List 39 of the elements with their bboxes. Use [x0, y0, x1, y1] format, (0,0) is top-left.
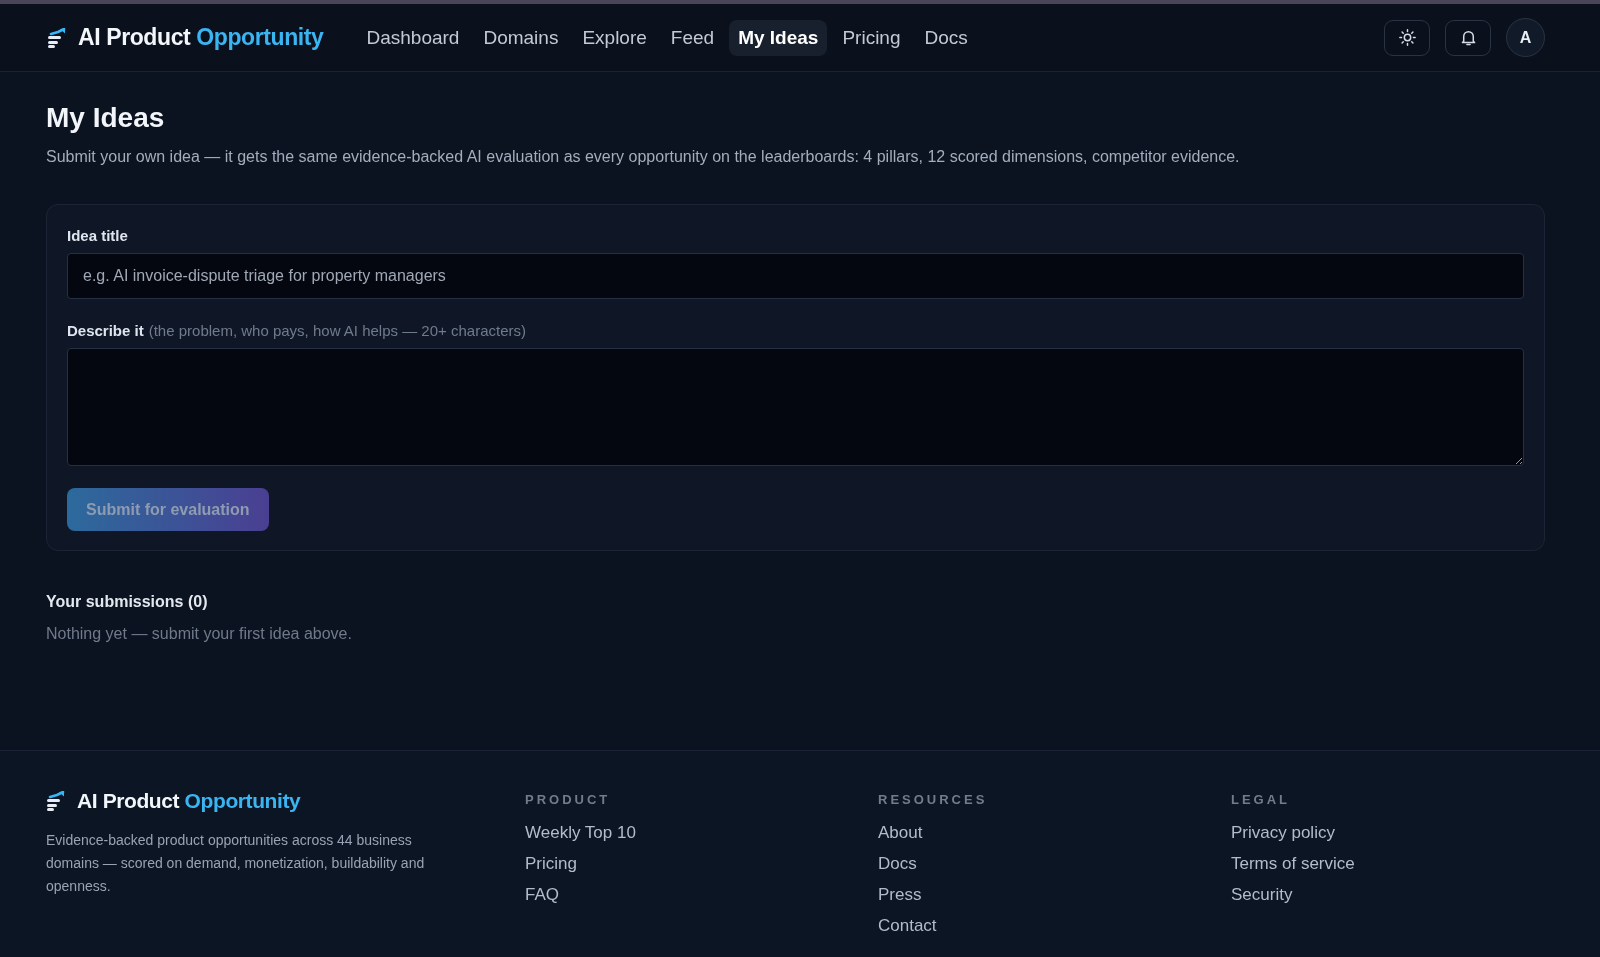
nav-tab[interactable]: Pricing [833, 19, 910, 56]
nav-tab[interactable]: My Ideas [729, 19, 828, 56]
footer-link[interactable]: Privacy policy [1231, 817, 1335, 848]
page-description: Submit your own idea — it gets the same evidence-backed AI evaluation as every opportunity on the leaderboards: 4 pillars, 12 scored dimensions, competitor evidence. [46, 148, 1241, 166]
field-hint: (the problem, who pays, how AI helps — 20+ characters) [148, 322, 526, 339]
footer-link[interactable]: FAQ [525, 879, 559, 910]
theme-toggle-button[interactable] [1384, 19, 1430, 56]
footer-link[interactable]: Docs [878, 848, 917, 879]
avatar-button[interactable]: A [1506, 18, 1545, 57]
bell-icon [1459, 29, 1477, 46]
field-label: Describe it [67, 322, 144, 339]
footer-link[interactable]: Press [878, 879, 922, 910]
sun-icon [1398, 29, 1416, 46]
empty-state-text: Nothing yet — submit your first idea above. [46, 625, 353, 643]
nav-tab[interactable]: Explore [573, 19, 656, 56]
footer-column-heading: PRODUCT [525, 792, 611, 807]
footer-column-heading: RESOURCES [878, 792, 988, 807]
brand-link[interactable]: AI Product Opportunity [47, 24, 324, 51]
footer-brand-link[interactable]: AI Product Opportunity [46, 789, 301, 813]
footer-column-heading: LEGAL [1231, 792, 1291, 807]
footer-link[interactable]: Pricing [525, 848, 577, 879]
notifications-button[interactable] [1445, 19, 1491, 56]
logo-icon [46, 791, 66, 811]
footer-link[interactable]: Contact [878, 910, 937, 941]
input-field[interactable]: e.g. AI invoice-dispute triage for property managers [67, 253, 1524, 299]
field-label: Idea title [67, 227, 128, 244]
nav-tab[interactable]: Feed [661, 19, 724, 56]
footer-link[interactable]: Weekly Top 10 [525, 817, 636, 848]
logo-icon [47, 27, 67, 48]
nav-tab[interactable]: Docs [915, 19, 977, 56]
footer-description: Evidence-backed product opportunities across 44 business domains — scored on demand, monetization, buildability and openness. [46, 831, 426, 896]
submissions-heading: Your submissions (0) [46, 593, 209, 611]
page-title: My Ideas [46, 102, 166, 134]
nav-tab[interactable]: Domains [474, 19, 568, 56]
footer-link[interactable]: About [878, 817, 923, 848]
nav-tab[interactable]: Dashboard [357, 19, 469, 56]
textarea-field[interactable] [67, 348, 1524, 466]
footer-link[interactable]: Terms of service [1231, 848, 1355, 879]
footer-link[interactable]: Security [1231, 879, 1293, 910]
